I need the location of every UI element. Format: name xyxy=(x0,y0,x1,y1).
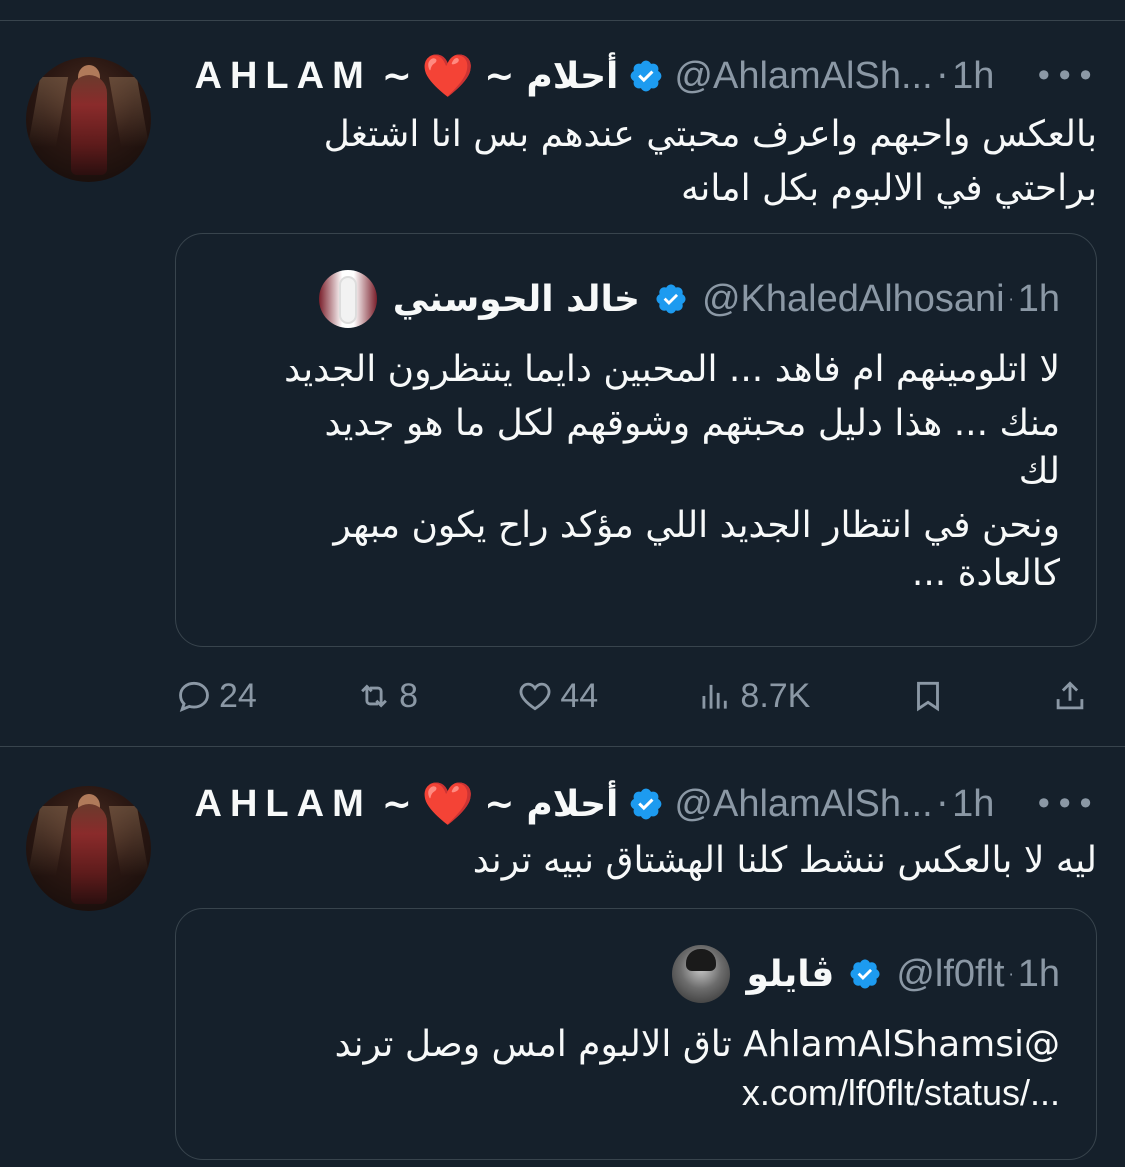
like-button[interactable]: 44 xyxy=(516,677,598,716)
quoted-text-line: لك xyxy=(1018,451,1060,492)
like-count: 44 xyxy=(560,676,599,715)
author-latin-name: AHLAM xyxy=(194,54,372,97)
author-display-name[interactable]: AHLAM ~ ❤️ ~ أحلام xyxy=(195,779,619,829)
tweet-text-line: بالعكس واحبهم واعرف محبتي عندهم بس انا ا… xyxy=(323,114,1097,155)
author-handle[interactable]: @AhlamAlSh... xyxy=(674,55,932,98)
share-button[interactable] xyxy=(1051,677,1095,715)
retweet-icon xyxy=(361,684,387,708)
reply-button[interactable]: 24 xyxy=(175,677,257,716)
dot-separator: · xyxy=(1008,289,1014,309)
quoted-author-avatar[interactable] xyxy=(318,270,377,328)
author-handle[interactable]: @AhlamAlSh... xyxy=(674,783,932,826)
quoted-tweet-header: خالد الحوسني @KhaledAlhosani · 1h xyxy=(318,264,1060,334)
name-separator: ~ xyxy=(484,783,515,825)
quoted-tweet-time[interactable]: 1h xyxy=(1018,953,1060,996)
tweet-header: AHLAM ~ ❤️ ~ أحلام @AhlamAlSh... · 1h ••… xyxy=(195,779,1097,828)
quoted-tweet-header: ڤايلو @lf0flt · 1h xyxy=(672,939,1060,1009)
quoted-text-line: منك ... هذا دليل محبتهم وشوقهم لكل ما هو… xyxy=(324,403,1060,444)
author-arabic-name: أحلام xyxy=(526,55,619,97)
author-latin-name: AHLAM xyxy=(194,782,372,825)
bookmark-icon xyxy=(916,681,939,712)
bookmark-button[interactable] xyxy=(909,677,953,715)
name-separator: ~ xyxy=(484,55,515,97)
author-display-name[interactable]: AHLAM ~ ❤️ ~ أحلام xyxy=(195,51,619,101)
name-separator: ~ xyxy=(381,55,412,97)
heart-emoji-icon: ❤️ xyxy=(421,51,475,100)
retweet-button[interactable]: 8 xyxy=(355,677,418,716)
tweet-text: بالعكس واحبهم واعرف محبتي عندهم بس انا ا… xyxy=(324,108,1097,216)
dot-separator: · xyxy=(936,55,949,97)
quoted-tweet-text: @AhlamAlShamsi تاق الالبوم امس وصل ترند … xyxy=(335,1021,1060,1117)
quoted-text-line: @AhlamAlShamsi تاق الالبوم امس وصل ترند xyxy=(334,1024,1060,1065)
quoted-tweet-time[interactable]: 1h xyxy=(1018,278,1060,321)
share-icon xyxy=(1056,681,1084,710)
reply-count: 24 xyxy=(219,676,257,715)
retweet-count: 8 xyxy=(399,676,419,715)
verified-badge-icon xyxy=(850,959,880,989)
reply-icon xyxy=(179,681,209,712)
quoted-text-line: لا اتلومينهم ام فاهد ... المحبين دايما ي… xyxy=(284,349,1060,390)
quoted-author-handle[interactable]: @KhaledAlhosani xyxy=(702,278,1005,321)
tweet-text: ليه لا بالعكس ننشط كلنا الهشتاق نبيه ترن… xyxy=(473,834,1097,888)
tweet-text-line: براحتي في الالبوم بكل امانه xyxy=(681,168,1097,209)
quoted-author-name[interactable]: خالد الحوسني xyxy=(393,279,640,320)
dot-separator: · xyxy=(936,783,949,825)
heart-icon xyxy=(519,682,551,711)
more-options-icon[interactable]: ••• xyxy=(1034,57,1097,95)
view-count: 8.7K xyxy=(740,676,811,715)
tweet-header: AHLAM ~ ❤️ ~ أحلام @AhlamAlSh... · 1h ••… xyxy=(195,51,1097,100)
verified-badge-icon xyxy=(656,284,686,314)
dot-separator: · xyxy=(1008,964,1014,984)
name-separator: ~ xyxy=(381,783,412,825)
verified-badge-icon xyxy=(631,788,662,820)
author-avatar[interactable] xyxy=(26,786,151,911)
quoted-tweet[interactable]: خالد الحوسني @KhaledAlhosani · 1h لا اتل… xyxy=(175,233,1097,647)
tweet-divider xyxy=(0,746,1125,747)
heart-emoji-icon: ❤️ xyxy=(421,779,475,828)
top-divider xyxy=(0,20,1125,21)
quoted-link[interactable]: x.com/lf0flt/status/... xyxy=(335,1069,1060,1117)
quoted-author-avatar[interactable] xyxy=(672,945,731,1003)
quoted-author-handle[interactable]: @lf0flt xyxy=(896,953,1004,996)
views-chart-icon xyxy=(702,684,728,709)
author-avatar[interactable] xyxy=(26,57,151,182)
quoted-tweet[interactable]: ڤايلو @lf0flt · 1h @AhlamAlShamsi تاق ال… xyxy=(175,908,1097,1160)
tweet-text-line: ليه لا بالعكس ننشط كلنا الهشتاق نبيه ترن… xyxy=(472,840,1097,881)
tweet-time[interactable]: 1h xyxy=(952,783,994,826)
more-options-icon[interactable]: ••• xyxy=(1034,785,1097,823)
quoted-text-line: كالعادة ... xyxy=(911,553,1060,594)
author-arabic-name: أحلام xyxy=(526,783,619,825)
tweet-time[interactable]: 1h xyxy=(952,55,994,98)
quoted-tweet-text: لا اتلومينهم ام فاهد ... المحبين دايما ي… xyxy=(284,346,1060,598)
tweet-actions: 24 8 44 8.7K xyxy=(175,666,1095,726)
quoted-text-line: ونحن في انتظار الجديد اللي مؤكد راح يكون… xyxy=(333,505,1060,546)
verified-badge-icon xyxy=(631,60,662,92)
quoted-author-name[interactable]: ڤايلو xyxy=(746,954,834,995)
views-button[interactable]: 8.7K xyxy=(696,677,810,716)
